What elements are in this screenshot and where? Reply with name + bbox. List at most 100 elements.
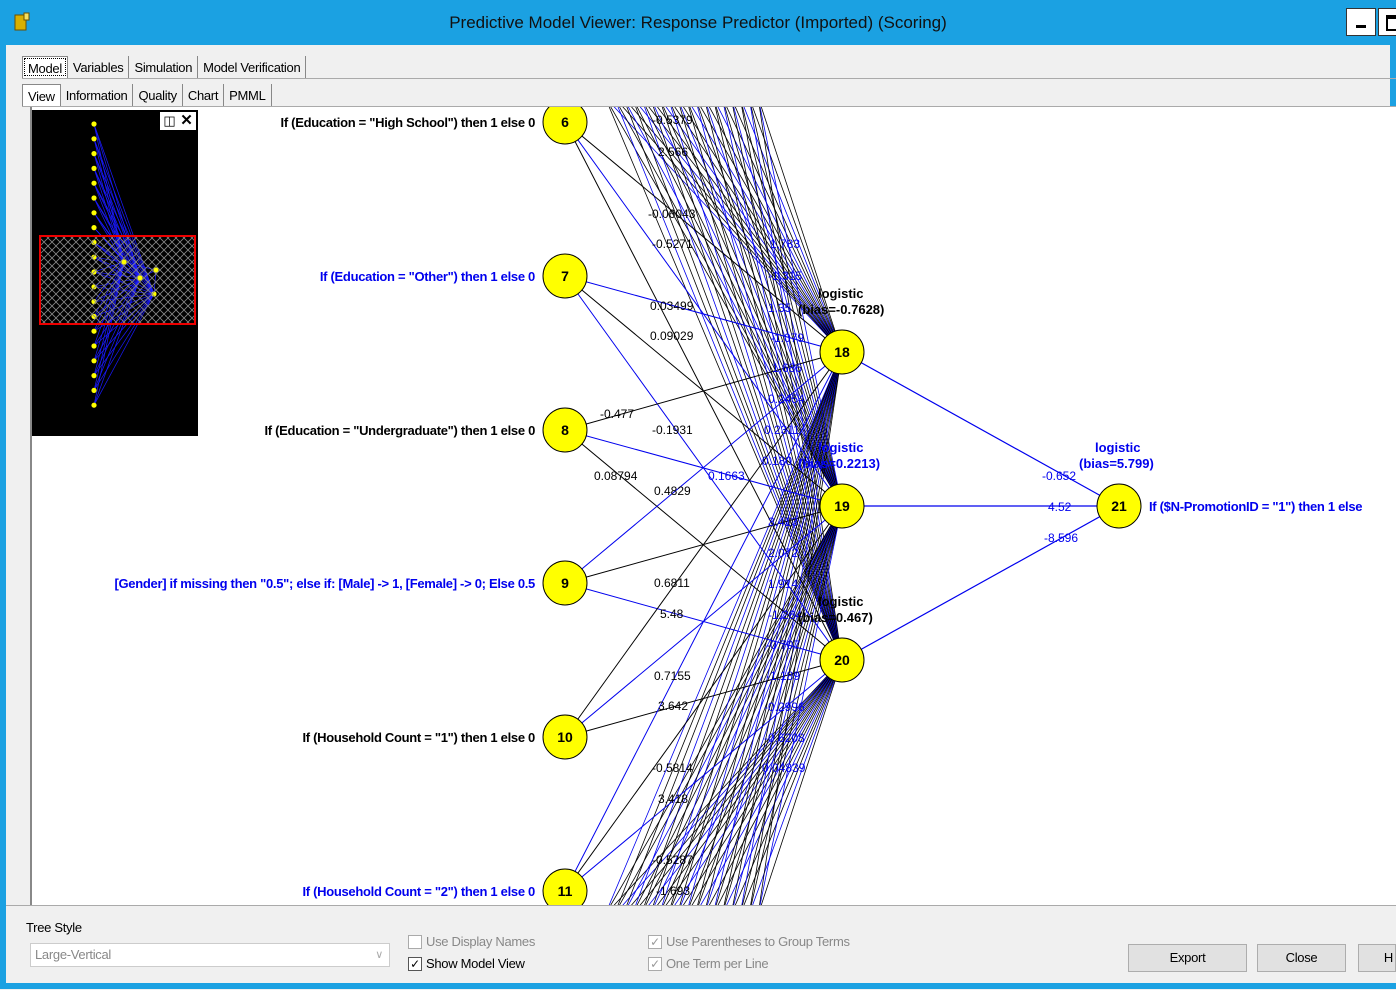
output-label: If ($N-PromotionID = "1") then 1 else (1149, 499, 1362, 514)
main-tabs: Model Variables Simulation Model Verific… (22, 56, 307, 78)
tab-model-verification[interactable]: Model Verification (198, 56, 307, 78)
bias-label: (bias=5.799) (1079, 456, 1154, 471)
weight-label: 0.2311 (764, 423, 800, 437)
export-button[interactable]: Export (1128, 944, 1247, 972)
weight-label: -1.315 (768, 269, 802, 283)
tab-simulation[interactable]: Simulation (129, 56, 199, 78)
input-node[interactable]: 8 If (Education = "Undergraduate") then 1… (265, 407, 588, 453)
weight-label: 1.686 (772, 361, 802, 375)
sub-tabs: View Information Quality Chart PMML (22, 84, 272, 106)
weight-label: -0.2996 (764, 700, 805, 714)
node-id: 7 (561, 268, 569, 284)
weight-label: 3.642 (658, 699, 688, 713)
overview-dot (91, 328, 97, 334)
output-weight-label: -8.596 (1044, 531, 1078, 545)
weight-label: -0.5814 (652, 761, 693, 775)
minimize-button[interactable] (1346, 8, 1376, 36)
overview-dot (91, 343, 97, 349)
tab-view[interactable]: View (22, 84, 61, 106)
chevron-down-icon: ∨ (375, 949, 383, 961)
weight-label: -0.1931 (652, 423, 693, 437)
overview-dot (91, 180, 97, 186)
output-node[interactable]: 21 logistic(bias=5.799) If ($N-PromotionID… (1079, 440, 1363, 529)
weight-label: -0.477 (600, 407, 634, 421)
one-term-per-line-label: One Term per Line (666, 956, 769, 971)
activation-label: logistic (1095, 440, 1141, 455)
overview-dot (91, 373, 97, 379)
help-button[interactable]: H (1358, 944, 1396, 972)
overview-dot (91, 151, 97, 157)
close-icon[interactable]: ✕ (179, 113, 194, 128)
overview-dot (91, 358, 97, 364)
title-bar: Predictive Model Viewer: Response Predic… (0, 0, 1396, 45)
overview-dot (91, 121, 97, 127)
one-term-per-line-checkbox[interactable]: ✓ One Term per Line (648, 956, 769, 971)
tab-model[interactable]: Model (22, 56, 68, 78)
checkmark-icon: ✓ (648, 956, 662, 971)
connection-line (743, 659, 843, 905)
tab-quality[interactable]: Quality (133, 84, 183, 106)
output-weight-label: -0.652 (1042, 469, 1076, 483)
weight-label: -1.189 (766, 669, 800, 683)
tree-style-select[interactable]: Large-Vertical ∨ (30, 943, 390, 967)
viewport-rect[interactable] (39, 235, 196, 325)
use-parentheses-checkbox[interactable]: ✓ Use Parentheses to Group Terms (648, 934, 850, 949)
overview-dot (91, 195, 97, 201)
tree-style-value: Large-Vertical (35, 947, 112, 962)
overview-panel[interactable]: ◫ ✕ (32, 110, 198, 436)
input-node[interactable]: 6 If (Education = "High School") then 1 e… (281, 107, 588, 145)
use-display-names-label: Use Display Names (426, 934, 536, 949)
network-diagram: -0.5379 2.566 -0.06043 -0.5271 0.03499 0.0902… (114, 107, 1363, 905)
weight-label: -0.707 (766, 638, 800, 652)
weight-label: 0.180 (762, 454, 792, 468)
restore-icon[interactable]: ◫ (162, 113, 177, 128)
input-node[interactable]: 11 If (Household Count = "2") then 1 else… (302, 868, 588, 905)
overview-dot (91, 136, 97, 142)
overview-dot (91, 210, 97, 216)
weight-label: -0.5379 (652, 113, 693, 127)
tab-information[interactable]: Information (61, 84, 134, 106)
input-node[interactable]: 7 If (Education = "Other") then 1 else 0 (320, 253, 588, 299)
input-node[interactable]: 9 [Gender] if missing then "0.5"; else if… (114, 560, 588, 606)
input-label: If (Household Count = "2") then 1 else 0 (302, 884, 535, 899)
show-model-view-label: Show Model View (426, 956, 525, 971)
maximize-button[interactable] (1378, 8, 1396, 36)
weight-label: -0.5271 (652, 237, 693, 251)
tab-variables[interactable]: Variables (68, 56, 130, 78)
weight-label: -1.693 (656, 884, 690, 898)
node-id: 18 (834, 344, 850, 360)
input-label: If (Education = "High School") then 1 el… (281, 115, 536, 130)
weight-label: 1.783 (770, 237, 800, 251)
weight-label: 2.072 (768, 546, 798, 560)
window-border-bottom (0, 983, 1396, 989)
use-parentheses-label: Use Parentheses to Group Terms (666, 934, 850, 949)
output-weight-label: 4.52 (1048, 500, 1072, 514)
input-label: If (Education = "Undergraduate") then 1 … (265, 423, 536, 438)
checkmark-icon: ✓ (408, 956, 422, 971)
weight-label: 1.914 (768, 577, 798, 591)
activation-label: logistic (818, 286, 864, 301)
tab-pmml[interactable]: PMML (224, 84, 272, 106)
input-label: [Gender] if missing then "0.5"; else if:… (114, 576, 535, 591)
checkmark-icon: ✓ (648, 934, 662, 949)
weight-label: 0.08794 (594, 469, 638, 483)
weight-label: 0.03499 (650, 299, 694, 313)
node-id: 11 (558, 883, 573, 899)
show-model-view-checkbox[interactable]: ✓ Show Model View (408, 956, 525, 971)
weight-label: 2.566 (658, 145, 688, 159)
weight-label: 0.09029 (650, 329, 694, 343)
overview-dot (91, 225, 97, 231)
activation-label: logistic (818, 594, 864, 609)
input-node[interactable]: 10 If (Household Count = "1") then 1 else… (302, 714, 588, 760)
weight-label: 3.413 (768, 515, 798, 529)
bias-label: (bias=0.467) (798, 610, 873, 625)
tab-chart[interactable]: Chart (183, 84, 225, 106)
output-connection-line (841, 351, 1120, 507)
model-canvas[interactable]: -0.5379 2.566 -0.06043 -0.5271 0.03499 0.0902… (32, 107, 1396, 905)
close-button[interactable]: Close (1257, 944, 1346, 972)
overview-dot (91, 387, 97, 393)
input-label: If (Education = "Other") then 1 else 0 (320, 269, 535, 284)
output-connection-line (841, 505, 1120, 661)
connection-line (734, 659, 843, 905)
use-display-names-checkbox[interactable]: Use Display Names (408, 934, 535, 949)
